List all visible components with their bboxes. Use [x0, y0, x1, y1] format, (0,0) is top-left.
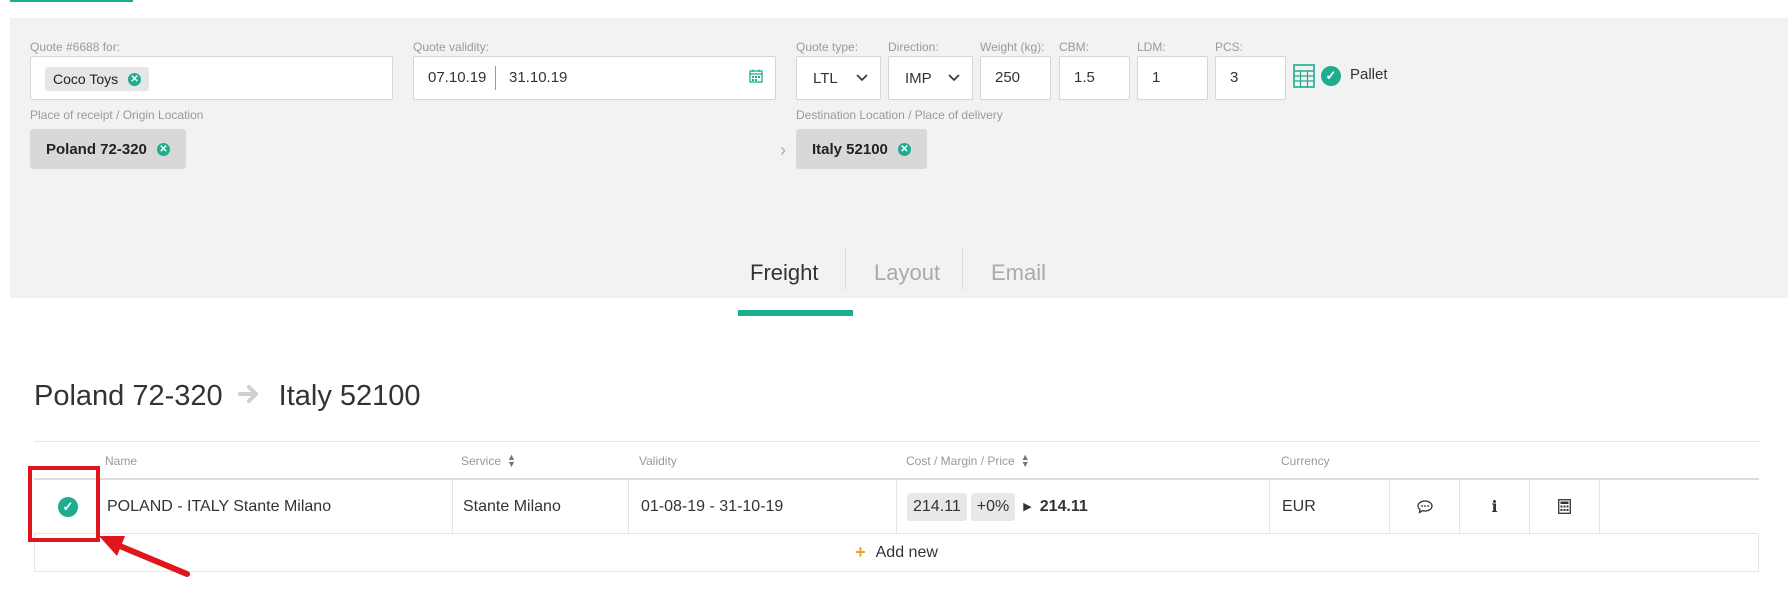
pcs-input[interactable]: 3 — [1215, 56, 1286, 100]
column-divider — [896, 480, 897, 533]
row-currency: EUR — [1282, 497, 1316, 515]
route-from: Poland 72-320 — [34, 380, 223, 412]
direction-value: IMP — [905, 69, 932, 87]
cbm-label: CBM: — [1059, 40, 1089, 54]
pallet-check-icon[interactable]: ✓ — [1321, 66, 1341, 86]
caret-right-icon: ▶ — [1023, 501, 1032, 513]
remove-destination-icon[interactable]: ✕ — [897, 142, 911, 156]
header-validity: Validity — [639, 454, 677, 468]
column-divider — [1599, 480, 1600, 533]
row-cost-group[interactable]: 214.11 +0% ▶ 214.11 — [907, 480, 1088, 533]
remove-origin-icon[interactable]: ✕ — [156, 142, 170, 156]
top-accent-line — [10, 0, 133, 2]
tab-email[interactable]: Email — [991, 260, 1046, 286]
weight-value: 250 — [995, 69, 1021, 86]
direction-select[interactable]: IMP — [888, 56, 973, 100]
header-service[interactable]: Service ▲ ▼ — [461, 453, 516, 469]
ldm-input[interactable]: 1 — [1137, 56, 1208, 100]
chevron-down-icon — [948, 71, 960, 85]
remove-customer-icon[interactable]: ✕ — [128, 72, 142, 86]
row-validity: 01-08-19 - 31-10-19 — [641, 497, 784, 515]
add-new-button[interactable]: + Add new — [34, 534, 1759, 572]
pallet-label: Pallet — [1350, 66, 1388, 83]
validity-field[interactable]: 07.10.19 31.10.19 — [413, 56, 776, 100]
row-name: POLAND - ITALY Stante Milano — [107, 497, 332, 515]
chevron-down-icon — [856, 71, 868, 85]
chevron-right-icon: › — [780, 140, 786, 160]
weight-input[interactable]: 250 — [980, 56, 1051, 100]
plus-icon: + — [855, 542, 866, 562]
highlight-box — [28, 466, 100, 542]
comment-icon[interactable] — [1390, 480, 1459, 533]
validity-to[interactable]: 31.10.19 — [509, 69, 567, 86]
tab-bar: Freight Layout Email — [10, 248, 1788, 316]
ldm-label: LDM: — [1137, 40, 1166, 54]
weight-label: Weight (kg): — [980, 40, 1045, 54]
route-to: Italy 52100 — [278, 380, 421, 412]
table-row[interactable]: ✓ POLAND - ITALY Stante Milano Stante Mi… — [34, 478, 1759, 534]
pcs-value: 3 — [1230, 69, 1239, 86]
customer-chip: Coco Toys ✕ — [45, 67, 150, 91]
header-cost[interactable]: Cost / Margin / Price ▲ ▼ — [906, 453, 1030, 469]
calculator-icon[interactable] — [1530, 480, 1599, 533]
calendar-icon[interactable] — [749, 69, 763, 87]
origin-value: Poland 72-320 — [46, 140, 147, 158]
customer-field[interactable]: Coco Toys ✕ — [30, 56, 393, 100]
destination-value: Italy 52100 — [812, 140, 888, 158]
ldm-value: 1 — [1152, 69, 1161, 86]
column-divider — [628, 480, 629, 533]
direction-label: Direction: — [888, 40, 939, 54]
top-bar — [0, 0, 1788, 18]
tab-layout[interactable]: Layout — [874, 260, 940, 286]
quote-for-label: Quote #6688 for: — [30, 40, 121, 54]
route-heading: Poland 72-320 Italy 52100 — [34, 380, 421, 413]
sort-icon[interactable]: ▲ ▼ — [507, 453, 516, 469]
tab-freight[interactable]: Freight — [750, 260, 818, 286]
validity-divider — [495, 66, 496, 90]
table-top-divider — [34, 441, 1759, 442]
cost-chip[interactable]: 214.11 — [907, 492, 967, 521]
row-service: Stante Milano — [463, 497, 561, 515]
info-icon[interactable]: i — [1460, 480, 1529, 533]
cbm-input[interactable]: 1.5 — [1059, 56, 1130, 100]
tab-divider — [845, 248, 846, 290]
customer-name: Coco Toys — [53, 71, 119, 87]
header-currency: Currency — [1281, 454, 1330, 468]
header-name: Name — [105, 454, 138, 468]
destination-label: Destination Location / Place of delivery — [796, 108, 1003, 122]
add-new-label: Add new — [875, 543, 938, 561]
sort-icon[interactable]: ▲ ▼ — [1021, 453, 1030, 469]
calculator-icon[interactable] — [1293, 64, 1315, 93]
quote-type-label: Quote type: — [796, 40, 859, 54]
pcs-label: PCS: — [1215, 40, 1244, 54]
column-divider — [1269, 480, 1270, 533]
destination-chip[interactable]: Italy 52100 ✕ — [796, 129, 927, 169]
validity-from[interactable]: 07.10.19 — [428, 69, 486, 86]
cbm-value: 1.5 — [1074, 69, 1095, 86]
quote-validity-label: Quote validity: — [413, 40, 490, 54]
origin-label: Place of receipt / Origin Location — [30, 108, 204, 122]
quote-panel: Quote #6688 for: Coco Toys ✕ Quote valid… — [10, 18, 1788, 316]
quote-type-select[interactable]: LTL — [796, 56, 881, 100]
quote-type-value: LTL — [813, 69, 838, 87]
active-tab-indicator — [738, 310, 853, 316]
price-value: 214.11 — [1039, 497, 1088, 515]
origin-chip[interactable]: Poland 72-320 ✕ — [30, 129, 186, 169]
arrow-right-icon — [237, 381, 261, 413]
column-divider — [452, 480, 453, 533]
tab-divider — [962, 248, 963, 290]
margin-chip[interactable]: +0% — [970, 492, 1016, 521]
annotation-arrow-icon — [99, 536, 190, 577]
